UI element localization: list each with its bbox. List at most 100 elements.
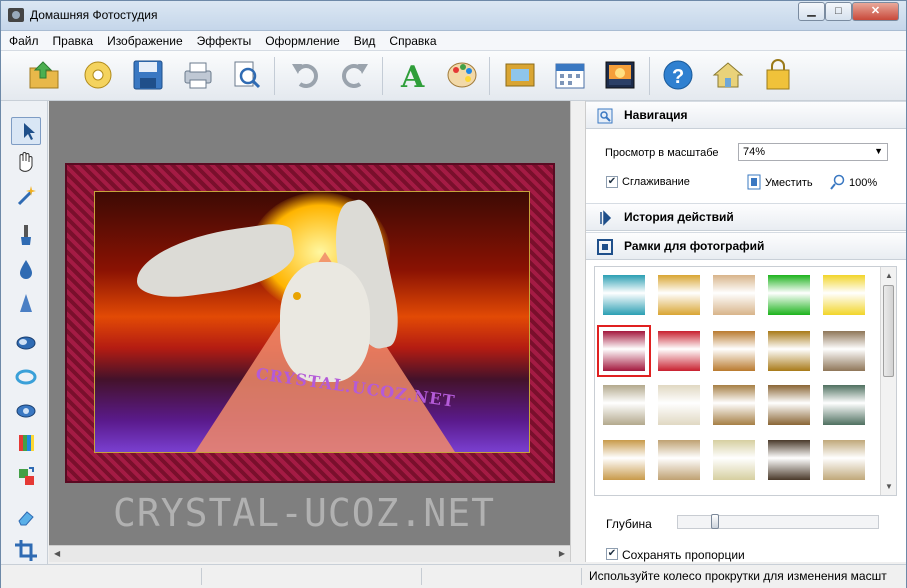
camera-icon [8, 8, 24, 22]
palette-icon[interactable] [445, 58, 479, 92]
ring-select-icon[interactable] [11, 363, 41, 391]
toolbar-separator [649, 57, 650, 95]
frame-thumbnail[interactable] [603, 440, 645, 480]
svg-text:A: A [400, 60, 425, 92]
help-icon[interactable]: ? [661, 58, 695, 92]
red-eye-icon[interactable] [11, 397, 41, 425]
frame-thumbnail[interactable] [823, 331, 865, 371]
canvas-watermark: CRYSTAL-UCOZ.NET [113, 491, 496, 535]
scroll-down-icon[interactable]: ▼ [885, 482, 893, 491]
main-toolbar: A ? [1, 51, 906, 101]
menu-help[interactable]: Справка [381, 31, 442, 48]
toolbar-separator [274, 57, 275, 95]
hand-tool-icon[interactable] [11, 148, 41, 176]
open-folder-icon[interactable] [27, 58, 61, 92]
fit-icon[interactable] [747, 174, 761, 190]
scroll-right-icon[interactable]: ▶ [559, 549, 565, 558]
frame-thumbnail[interactable] [658, 275, 700, 315]
frame-thumbnail[interactable] [658, 440, 700, 480]
print-icon[interactable] [181, 58, 215, 92]
postcard-icon[interactable] [603, 58, 637, 92]
frame-thumbnail[interactable] [713, 275, 755, 315]
panel-splitter[interactable] [570, 101, 586, 562]
effects-wheel-icon[interactable] [81, 58, 115, 92]
frame-thumbnail[interactable] [603, 275, 645, 315]
frame-thumbnail[interactable] [768, 275, 810, 315]
frame-thumbnail[interactable] [713, 331, 755, 371]
frame-thumbnail[interactable] [603, 385, 645, 425]
redo-icon[interactable] [338, 58, 372, 92]
frame-thumbnail[interactable] [768, 385, 810, 425]
frame-thumbnail[interactable] [823, 440, 865, 480]
menu-design[interactable]: Оформление [257, 31, 345, 48]
keep-proportions-checkbox[interactable]: ✔ [606, 548, 618, 560]
undo-icon[interactable] [288, 58, 322, 92]
brush-icon[interactable] [11, 222, 41, 250]
navigation-header[interactable]: Навигация [586, 101, 906, 129]
swap-colors-icon[interactable] [11, 463, 41, 491]
save-icon[interactable] [131, 58, 165, 92]
frame-thumbnail[interactable] [658, 331, 700, 371]
menu-view[interactable]: Вид [346, 31, 382, 48]
depth-slider-knob[interactable] [711, 514, 719, 529]
app-window: Домашняя Фотостудия ▁ □ ✕ Файл Правка Изоб… [0, 0, 907, 588]
frame-thumbnail[interactable] [597, 325, 651, 377]
menu-edit[interactable]: Правка [45, 31, 100, 48]
scroll-up-icon[interactable]: ▲ [885, 271, 893, 280]
status-bar: Используйте колесо прокрутки для изменен… [1, 564, 906, 588]
print-preview-icon[interactable] [229, 58, 263, 92]
close-button[interactable]: ✕ [852, 2, 899, 21]
framed-photo[interactable]: CRYSTAL.UCOZ.NET [65, 163, 555, 483]
menu-effects[interactable]: Эффекты [189, 31, 258, 48]
horizontal-scrollbar[interactable]: ◀ ▶ [49, 545, 570, 562]
zoom-actual-icon[interactable] [830, 174, 846, 190]
magic-wand-icon[interactable] [11, 182, 41, 210]
menu-image[interactable]: Изображение [99, 31, 189, 48]
shop-bag-icon[interactable] [761, 58, 795, 92]
title-bar: Домашняя Фотостудия ▁ □ ✕ [1, 1, 906, 31]
right-panel: Навигация Просмотр в масштабе 74% ▼ ✔ Сг… [586, 101, 906, 562]
scroll-thumb[interactable] [883, 285, 894, 377]
frame-thumbnail[interactable] [823, 385, 865, 425]
thumbnails-scrollbar[interactable]: ▲ ▼ [880, 267, 896, 495]
history-header[interactable]: История действий [586, 203, 906, 231]
frame-panel-icon [597, 239, 613, 255]
smoothing-label: Сглаживание [622, 176, 690, 188]
photo-image: CRYSTAL.UCOZ.NET [94, 191, 530, 453]
eraser-icon[interactable] [11, 503, 41, 531]
frame-thumbnail[interactable] [713, 385, 755, 425]
zoom-select[interactable]: 74% ▼ [738, 143, 888, 161]
maximize-button[interactable]: □ [825, 2, 852, 21]
svg-text:?: ? [672, 66, 684, 88]
depth-slider[interactable] [677, 514, 879, 529]
drop-icon[interactable] [11, 255, 41, 283]
color-levels-icon[interactable] [11, 429, 41, 457]
keep-proportions-label: Сохранять пропорции [622, 548, 745, 562]
crop-icon[interactable] [11, 536, 41, 564]
text-icon[interactable]: A [395, 58, 429, 92]
frame-thumbnails: ▲ ▼ [594, 266, 897, 496]
frame-thumbnail[interactable] [768, 440, 810, 480]
history-icon [597, 210, 613, 226]
chevron-down-icon: ▼ [874, 146, 883, 156]
ellipse-select-icon[interactable] [11, 329, 41, 357]
frame-thumbnail[interactable] [713, 440, 755, 480]
calendar-icon[interactable] [553, 58, 587, 92]
tool-bar [1, 101, 48, 565]
zoom-100-button[interactable]: 100% [849, 177, 877, 189]
fit-button[interactable]: Уместить [765, 177, 813, 189]
minimize-button[interactable]: ▁ [798, 2, 825, 21]
pointer-tool-icon[interactable] [11, 117, 41, 145]
frame-thumbnail[interactable] [658, 385, 700, 425]
menu-file[interactable]: Файл [1, 31, 45, 48]
window-title: Домашняя Фотостудия [30, 8, 158, 22]
smoothing-checkbox[interactable]: ✔ [606, 176, 618, 188]
frames-header[interactable]: Рамки для фотографий [586, 232, 906, 260]
home-icon[interactable] [711, 58, 745, 92]
scroll-left-icon[interactable]: ◀ [54, 549, 60, 558]
frame-thumbnail[interactable] [768, 331, 810, 371]
sharpen-icon[interactable] [11, 289, 41, 317]
frame-thumbnail[interactable] [823, 275, 865, 315]
frame-icon[interactable] [503, 58, 537, 92]
depth-label: Глубина [606, 517, 652, 531]
